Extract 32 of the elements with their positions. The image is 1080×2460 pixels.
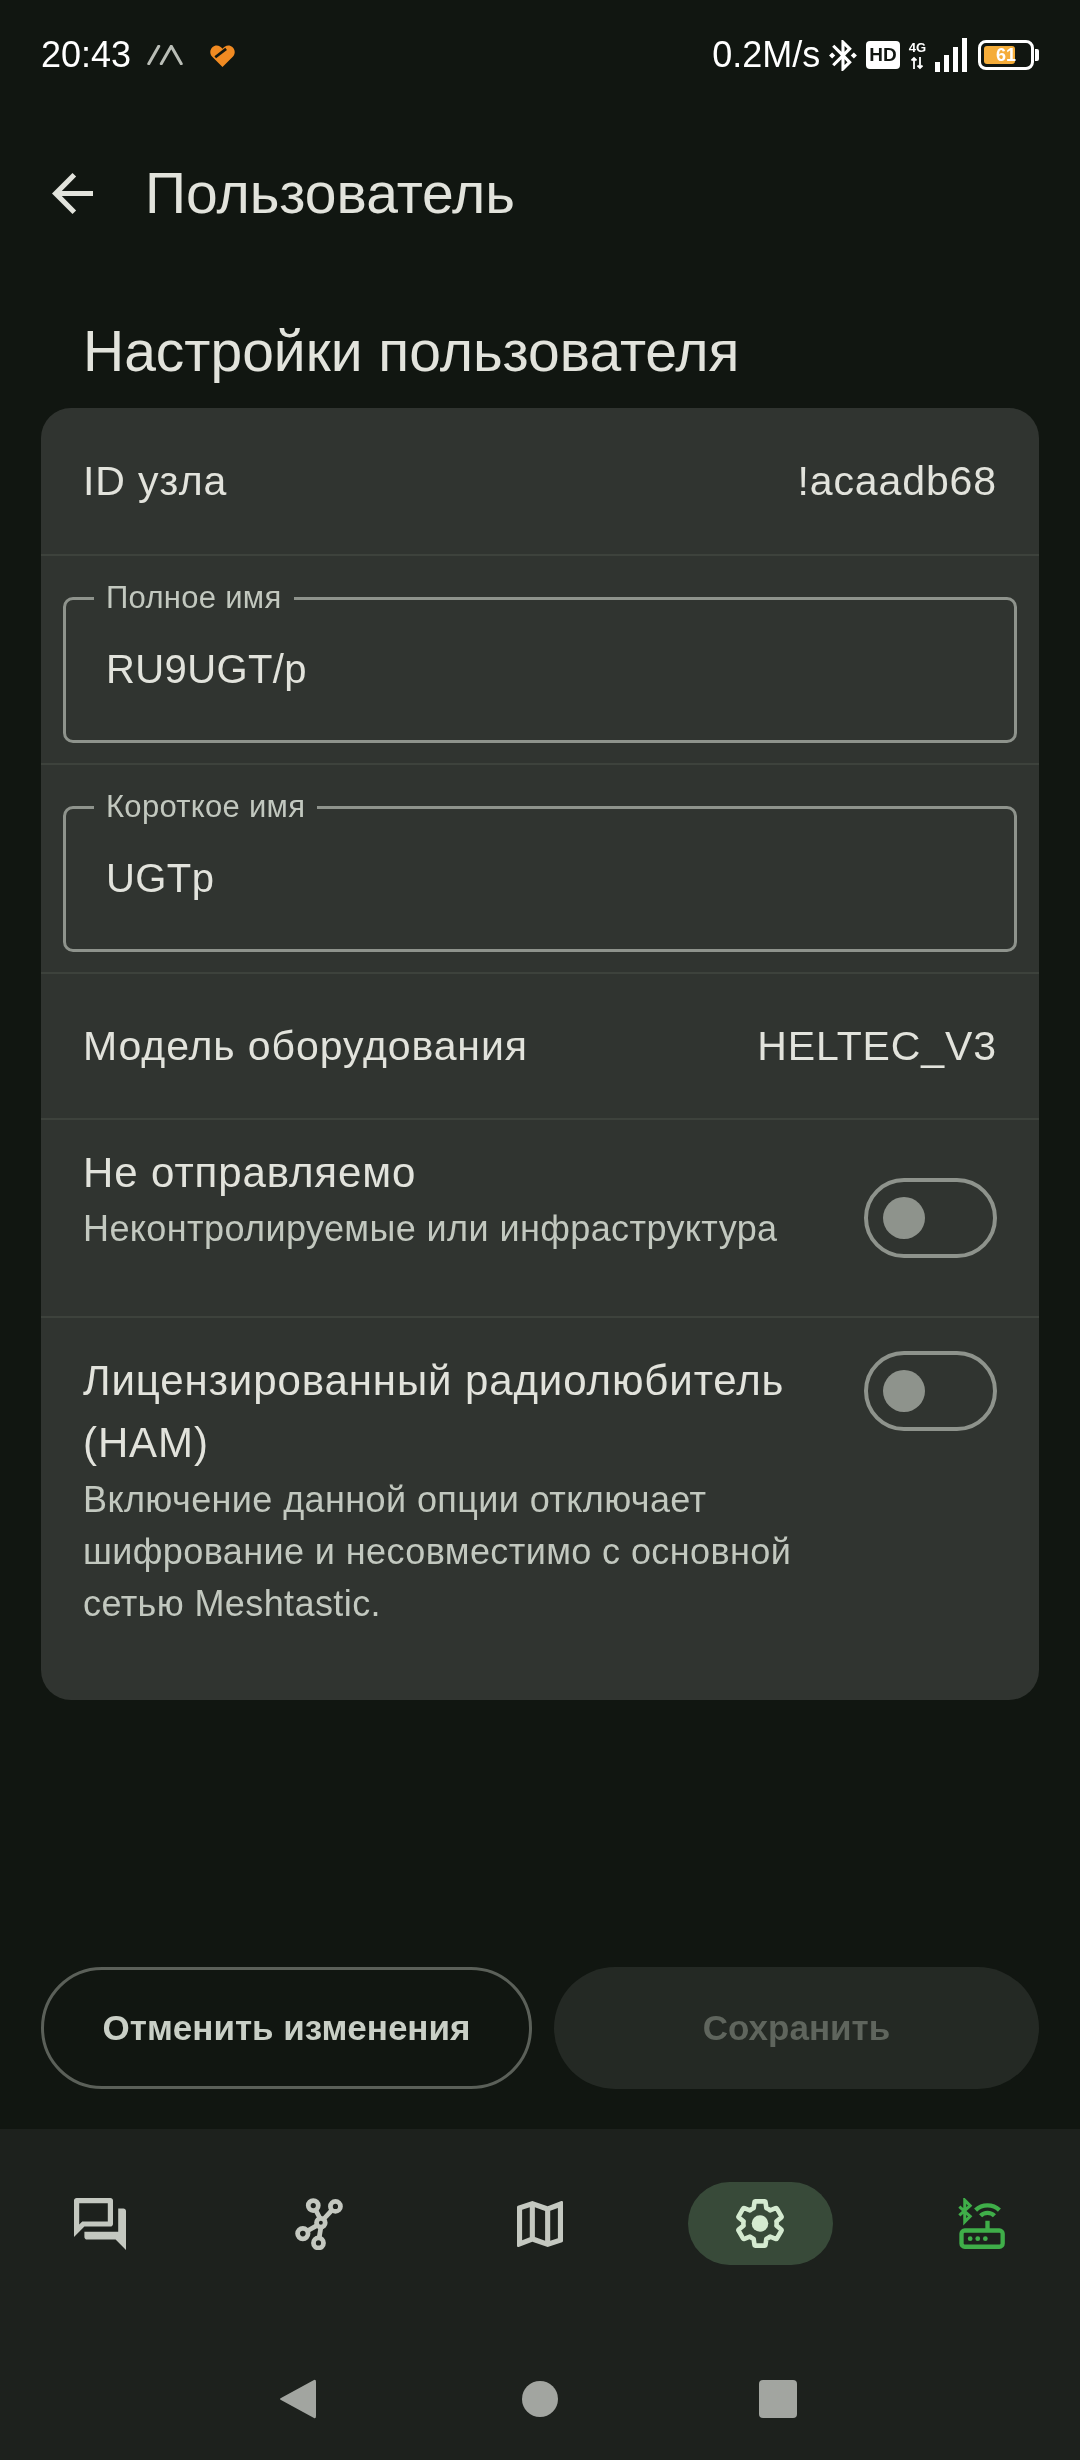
- hd-indicator: HD: [866, 41, 900, 69]
- row-value: !acaadb68: [797, 457, 997, 505]
- status-time: 20:43: [41, 34, 132, 76]
- back-arrow-icon: [52, 172, 93, 214]
- data-arrows-icon: [910, 55, 925, 70]
- back-nav-icon[interactable]: [279, 2378, 316, 2420]
- screen-title: Пользователь: [145, 160, 515, 226]
- chat-bubbles-icon: [73, 2197, 126, 2250]
- row-label: ID узла: [83, 457, 228, 505]
- back-button[interactable]: [52, 172, 93, 214]
- network-speed: 0.2M/s: [712, 34, 821, 76]
- section-title: Настройки пользователя: [83, 318, 740, 384]
- toggle-switch[interactable]: [864, 1178, 997, 1258]
- field-label: Полное имя: [105, 580, 283, 616]
- discard-button[interactable]: Отменить изменения: [41, 1967, 532, 2089]
- setting-title: Лицензированный радиолюбитель (HAM): [83, 1356, 786, 1468]
- signal-icon: [935, 38, 969, 72]
- setting-description: Включение данной опции отключает шифрование и несовместимо с основной сетью Meshtastic.: [83, 1478, 793, 1626]
- field-label: Короткое имя: [105, 789, 307, 825]
- toggle-switch[interactable]: [864, 1351, 997, 1431]
- heart-icon: [209, 43, 237, 67]
- row-value: HELTEC_V3: [757, 1022, 997, 1070]
- row-label: Модель оборудования: [83, 1022, 528, 1070]
- setting-description: Неконтролируемые или инфраструктура: [83, 1207, 779, 1251]
- zigzag-icon: [147, 45, 184, 65]
- settings-icon: [736, 2198, 785, 2249]
- node-graph-icon: [294, 2197, 345, 2250]
- home-nav-icon[interactable]: [522, 2381, 558, 2417]
- setting-title: Не отправляемо: [83, 1148, 418, 1198]
- network-type: 4G: [908, 40, 926, 55]
- bluetooth-icon: [829, 39, 858, 71]
- map-icon: [517, 2200, 563, 2247]
